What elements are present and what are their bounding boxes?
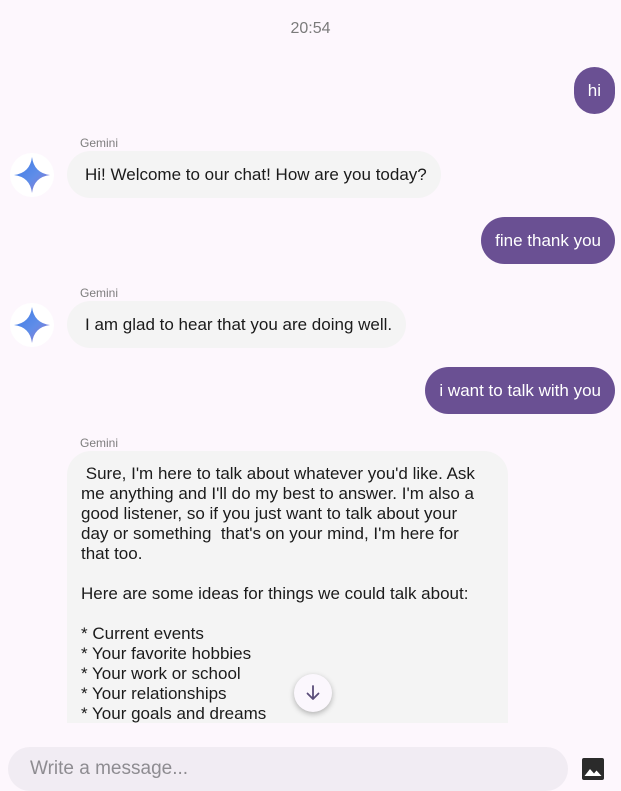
image-icon [582, 758, 604, 780]
sender-name: Gemini [80, 136, 119, 150]
chat-screen: 20:54 hi Gemini Hi! Welcome to our chat!… [0, 0, 621, 791]
bot-message-bubble: I am glad to hear that you are doing wel… [67, 301, 407, 348]
bot-message-bubble: Sure, I'm here to talk about whatever yo… [67, 451, 508, 723]
gemini-sparkle-icon [14, 157, 50, 193]
gemini-sparkle-icon [14, 307, 50, 343]
gemini-avatar [10, 153, 54, 197]
user-message-bubble: hi [573, 67, 615, 114]
message-list[interactable]: 20:54 hi Gemini Hi! Welcome to our chat!… [0, 0, 621, 723]
scroll-to-bottom-button[interactable] [294, 674, 332, 712]
user-message-bubble: i want to talk with you [425, 367, 615, 414]
arrow-down-icon [306, 685, 320, 700]
sender-name: Gemini [80, 436, 119, 450]
gemini-avatar [10, 303, 54, 347]
attach-image-button[interactable] [580, 756, 606, 782]
message-composer [0, 723, 621, 791]
message-input[interactable] [8, 747, 568, 791]
bot-message-bubble: Hi! Welcome to our chat! How are you tod… [67, 151, 441, 198]
message-timestamp: 20:54 [290, 20, 331, 37]
sender-name: Gemini [80, 286, 119, 300]
user-message-bubble: fine thank you [481, 217, 615, 264]
